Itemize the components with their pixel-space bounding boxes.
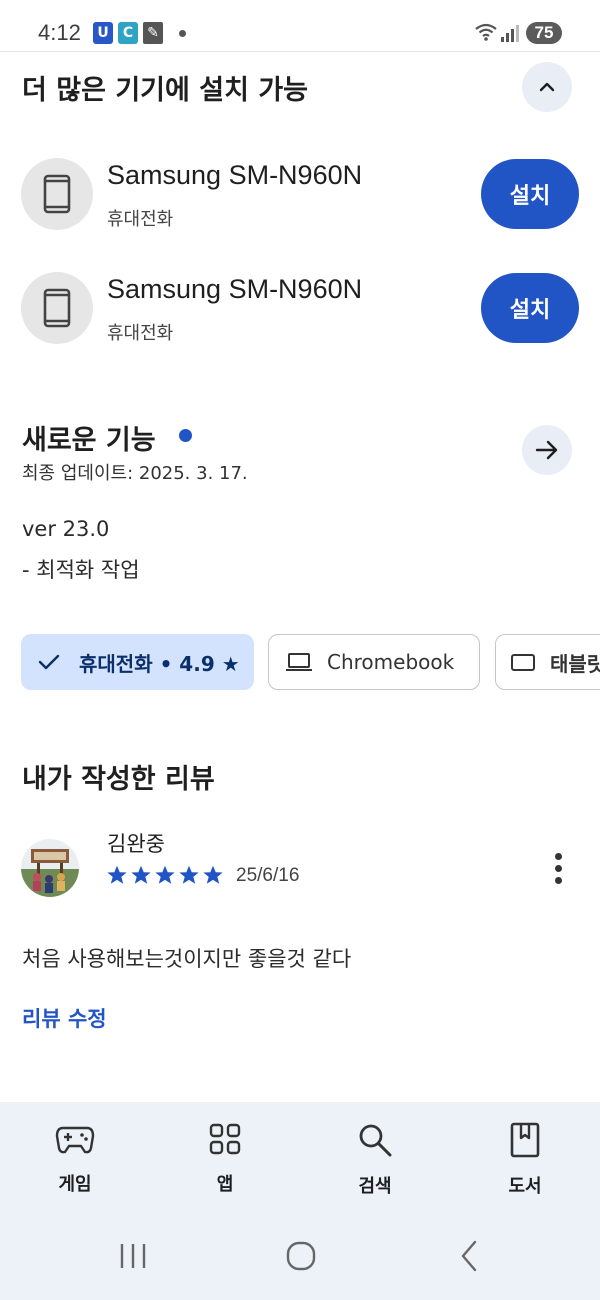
version-text: ver 23.0 xyxy=(22,517,110,541)
release-note: - 최적화 작업 xyxy=(22,558,140,582)
nav-search-label: 검색 xyxy=(358,1176,392,1197)
back-icon[interactable] xyxy=(455,1236,483,1276)
chip-tablet-label: 태블릿 xyxy=(550,651,600,676)
chip-tablet[interactable]: 태블릿 xyxy=(495,634,600,690)
notification-app-icon: U xyxy=(93,22,113,44)
chip-tablet-clip: 태블릿 xyxy=(495,634,600,690)
more-notifications-dot xyxy=(179,30,186,37)
nav-apps[interactable]: 앱 xyxy=(170,1122,280,1196)
review-more-button[interactable] xyxy=(538,848,578,888)
status-bar: 4:12 U C ✎ 75 xyxy=(0,0,600,52)
review-date: 25/6/16 xyxy=(236,865,300,886)
star-icon xyxy=(107,865,127,884)
device-type-2: 휴대전화 xyxy=(107,323,174,344)
whats-new-title: 새로운 기능 xyxy=(22,425,156,456)
star-icon xyxy=(203,865,223,884)
star-icon xyxy=(131,865,151,884)
whats-new-arrow-button[interactable] xyxy=(522,425,572,475)
recents-icon[interactable] xyxy=(118,1236,148,1276)
nav-books-label: 도서 xyxy=(508,1176,542,1197)
phone-icon xyxy=(43,288,71,328)
my-review-title: 내가 작성한 리뷰 xyxy=(22,764,215,795)
arrow-right-icon xyxy=(535,440,558,460)
chevron-up-icon xyxy=(539,82,555,92)
battery-indicator: 75 xyxy=(526,22,562,44)
device-icon-1 xyxy=(21,158,93,230)
book-icon xyxy=(510,1122,540,1158)
chip-chromebook-label: Chromebook xyxy=(327,650,455,674)
install-button-1[interactable]: 설치 xyxy=(481,159,579,229)
more-vert-icon xyxy=(554,852,562,860)
nav-apps-label: 앱 xyxy=(216,1174,234,1195)
search-icon xyxy=(359,1124,392,1157)
nav-games[interactable]: 게임 xyxy=(20,1122,130,1196)
notification-pen-icon: ✎ xyxy=(143,22,163,44)
device-icon-2 xyxy=(21,272,93,344)
nav-books[interactable]: 도서 xyxy=(470,1122,580,1198)
chip-chromebook[interactable]: Chromebook xyxy=(268,634,480,690)
reviewer-avatar xyxy=(21,839,79,897)
status-time: 4:12 xyxy=(38,20,81,45)
star-icon xyxy=(179,865,199,884)
nav-search[interactable]: 검색 xyxy=(320,1122,430,1198)
review-text: 처음 사용해보는것이지만 좋을것 같다 xyxy=(22,947,352,971)
apps-grid-icon xyxy=(209,1123,241,1155)
edit-review-link[interactable]: 리뷰 수정 xyxy=(22,1003,107,1033)
notification-c-icon: C xyxy=(118,22,138,44)
tablet-icon xyxy=(511,654,535,671)
device-type-1: 휴대전화 xyxy=(107,209,174,230)
chip-phone-label: 휴대전화 • 4.9 ★ xyxy=(79,651,240,676)
install-button-2[interactable]: 설치 xyxy=(481,273,579,343)
install-section-title: 더 많은 기기에 설치 가능 xyxy=(22,75,308,106)
star-rating xyxy=(106,864,224,886)
nav-games-label: 게임 xyxy=(58,1174,92,1195)
laptop-icon xyxy=(286,653,312,671)
wifi-icon xyxy=(475,23,497,41)
last-updated: 최종 업데이트: 2025. 3. 17. xyxy=(22,463,248,484)
check-icon xyxy=(38,654,60,670)
collapse-button[interactable] xyxy=(522,62,572,112)
device-name-2: Samsung SM-N960N xyxy=(107,274,363,304)
phone-icon xyxy=(43,174,71,214)
gamepad-icon xyxy=(55,1126,95,1154)
device-name-1: Samsung SM-N960N xyxy=(107,160,363,190)
new-indicator-dot xyxy=(179,429,192,442)
star-icon xyxy=(155,865,175,884)
reviewer-name: 김완중 xyxy=(107,832,165,856)
signal-icon xyxy=(501,25,519,42)
chip-phone[interactable]: 휴대전화 • 4.9 ★ xyxy=(21,634,254,690)
home-icon[interactable] xyxy=(285,1236,317,1276)
